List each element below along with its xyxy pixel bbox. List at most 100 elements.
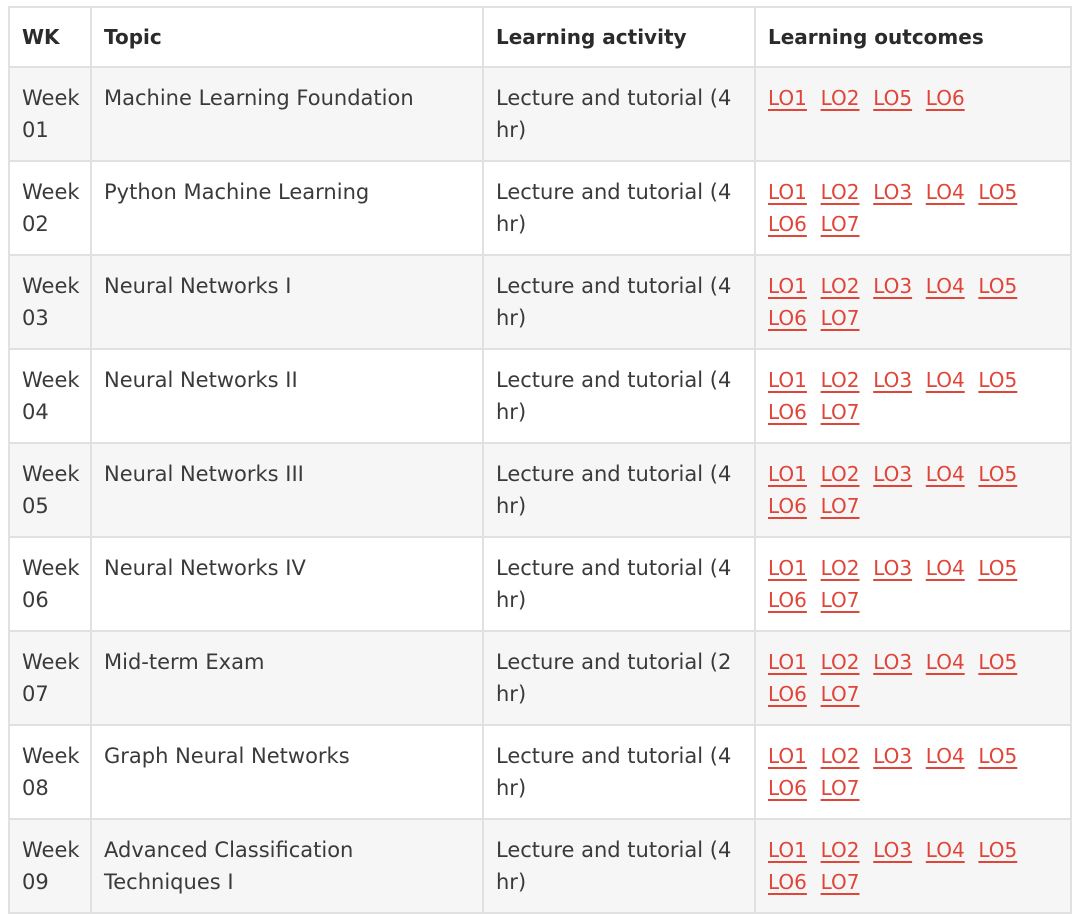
learning-outcome-link[interactable]: LO3 [873, 650, 912, 674]
learning-outcome-link[interactable]: LO7 [821, 306, 860, 330]
learning-outcome-link[interactable]: LO1 [768, 274, 807, 298]
header-row: WK Topic Learning activity Learning outc… [8, 6, 1072, 68]
learning-outcome-link[interactable]: LO6 [768, 870, 807, 894]
learning-outcome-link[interactable]: LO6 [768, 588, 807, 612]
learning-outcome-link[interactable]: LO2 [821, 556, 860, 580]
learning-outcome-link[interactable]: LO2 [821, 86, 860, 110]
cell-week: Week 04 [8, 348, 92, 444]
learning-outcome-link[interactable]: LO1 [768, 838, 807, 862]
learning-outcome-link[interactable]: LO3 [873, 180, 912, 204]
learning-outcome-link[interactable]: LO5 [978, 274, 1017, 298]
cell-topic: Neural Networks III [90, 442, 484, 538]
learning-outcome-link[interactable]: LO7 [821, 400, 860, 424]
learning-outcome-link[interactable]: LO1 [768, 556, 807, 580]
cell-topic: Mid-term Exam [90, 630, 484, 726]
learning-outcome-link[interactable]: LO2 [821, 274, 860, 298]
cell-topic: Python Machine Learning [90, 160, 484, 256]
cell-week: Week 05 [8, 442, 92, 538]
cell-learning-outcomes: LO1 LO2 LO5 LO6 [754, 66, 1072, 162]
learning-outcome-link[interactable]: LO1 [768, 744, 807, 768]
cell-topic: Advanced Classification Techniques I [90, 818, 484, 914]
learning-outcome-link[interactable]: LO6 [768, 400, 807, 424]
cell-topic: Neural Networks I [90, 254, 484, 350]
learning-outcome-link[interactable]: LO5 [978, 556, 1017, 580]
cell-learning-activity: Lecture and tutorial (4 hr) [482, 442, 756, 538]
learning-outcome-link[interactable]: LO5 [978, 180, 1017, 204]
learning-outcome-link[interactable]: LO3 [873, 368, 912, 392]
cell-learning-activity: Lecture and tutorial (4 hr) [482, 818, 756, 914]
cell-week: Week 03 [8, 254, 92, 350]
learning-outcome-link[interactable]: LO7 [821, 588, 860, 612]
learning-outcome-link[interactable]: LO1 [768, 86, 807, 110]
learning-outcome-link[interactable]: LO6 [768, 212, 807, 236]
learning-outcome-link[interactable]: LO2 [821, 462, 860, 486]
learning-outcome-link[interactable]: LO2 [821, 650, 860, 674]
learning-outcome-link[interactable]: LO7 [821, 212, 860, 236]
learning-outcome-link[interactable]: LO5 [978, 462, 1017, 486]
table-row: Week 05 Neural Networks III Lecture and tu… [8, 442, 1072, 538]
cell-week: Week 01 [8, 66, 92, 162]
learning-outcome-link[interactable]: LO1 [768, 368, 807, 392]
learning-outcome-link[interactable]: LO4 [926, 462, 965, 486]
learning-outcome-link[interactable]: LO5 [978, 838, 1017, 862]
learning-outcome-link[interactable]: LO2 [821, 838, 860, 862]
table-header: WK Topic Learning activity Learning outc… [8, 6, 1072, 68]
learning-outcome-link[interactable]: LO4 [926, 368, 965, 392]
cell-topic: Machine Learning Foundation [90, 66, 484, 162]
learning-outcome-link[interactable]: LO1 [768, 462, 807, 486]
cell-learning-outcomes: LO1 LO2 LO3 LO4 LO5 LO6 LO7 [754, 536, 1072, 632]
header-week: WK [8, 6, 92, 68]
learning-outcome-link[interactable]: LO5 [978, 368, 1017, 392]
learning-outcome-link[interactable]: LO6 [768, 776, 807, 800]
learning-outcome-link[interactable]: LO3 [873, 274, 912, 298]
cell-topic: Neural Networks IV [90, 536, 484, 632]
learning-outcome-link[interactable]: LO7 [821, 776, 860, 800]
cell-learning-activity: Lecture and tutorial (4 hr) [482, 160, 756, 256]
cell-learning-outcomes: LO1 LO2 LO3 LO4 LO5 LO6 LO7 [754, 818, 1072, 914]
table-row: Week 04 Neural Networks II Lecture and tut… [8, 348, 1072, 444]
table-row: Week 02 Python Machine Learning Lecture an… [8, 160, 1072, 256]
learning-outcome-link[interactable]: LO6 [768, 494, 807, 518]
header-learning-outcomes: Learning outcomes [754, 6, 1072, 68]
cell-learning-outcomes: LO1 LO2 LO3 LO4 LO5 LO6 LO7 [754, 442, 1072, 538]
learning-outcome-link[interactable]: LO6 [768, 682, 807, 706]
header-topic: Topic [90, 6, 484, 68]
learning-outcome-link[interactable]: LO5 [873, 86, 912, 110]
table-row: Week 07 Mid-term Exam Lecture and tutorial… [8, 630, 1072, 726]
table-row: Week 08 Graph Neural Networks Lecture and … [8, 724, 1072, 820]
learning-outcome-link[interactable]: LO3 [873, 744, 912, 768]
learning-outcome-link[interactable]: LO1 [768, 650, 807, 674]
cell-learning-activity: Lecture and tutorial (4 hr) [482, 724, 756, 820]
learning-outcome-link[interactable]: LO5 [978, 650, 1017, 674]
schedule-table-container: WK Topic Learning activity Learning outc… [8, 6, 1072, 914]
learning-outcome-link[interactable]: LO4 [926, 744, 965, 768]
header-learning-activity: Learning activity [482, 6, 756, 68]
cell-learning-activity: Lecture and tutorial (2 hr) [482, 630, 756, 726]
learning-outcome-link[interactable]: LO2 [821, 744, 860, 768]
learning-outcome-link[interactable]: LO3 [873, 462, 912, 486]
learning-outcome-link[interactable]: LO6 [926, 86, 965, 110]
cell-week: Week 08 [8, 724, 92, 820]
cell-learning-outcomes: LO1 LO2 LO3 LO4 LO5 LO6 LO7 [754, 630, 1072, 726]
learning-outcome-link[interactable]: LO2 [821, 180, 860, 204]
learning-outcome-link[interactable]: LO4 [926, 650, 965, 674]
learning-outcome-link[interactable]: LO7 [821, 870, 860, 894]
table-row: Week 01 Machine Learning Foundation Lectur… [8, 66, 1072, 162]
learning-outcome-link[interactable]: LO2 [821, 368, 860, 392]
learning-outcome-link[interactable]: LO6 [768, 306, 807, 330]
learning-outcome-link[interactable]: LO4 [926, 274, 965, 298]
learning-outcome-link[interactable]: LO1 [768, 180, 807, 204]
learning-outcome-link[interactable]: LO3 [873, 838, 912, 862]
table-body: Week 01 Machine Learning Foundation Lectur… [8, 66, 1072, 914]
cell-learning-outcomes: LO1 LO2 LO3 LO4 LO5 LO6 LO7 [754, 348, 1072, 444]
learning-outcome-link[interactable]: LO7 [821, 682, 860, 706]
cell-topic: Neural Networks II [90, 348, 484, 444]
learning-outcome-link[interactable]: LO7 [821, 494, 860, 518]
learning-outcome-link[interactable]: LO4 [926, 180, 965, 204]
learning-outcome-link[interactable]: LO5 [978, 744, 1017, 768]
learning-outcome-link[interactable]: LO3 [873, 556, 912, 580]
cell-learning-outcomes: LO1 LO2 LO3 LO4 LO5 LO6 LO7 [754, 724, 1072, 820]
cell-week: Week 07 [8, 630, 92, 726]
learning-outcome-link[interactable]: LO4 [926, 556, 965, 580]
learning-outcome-link[interactable]: LO4 [926, 838, 965, 862]
